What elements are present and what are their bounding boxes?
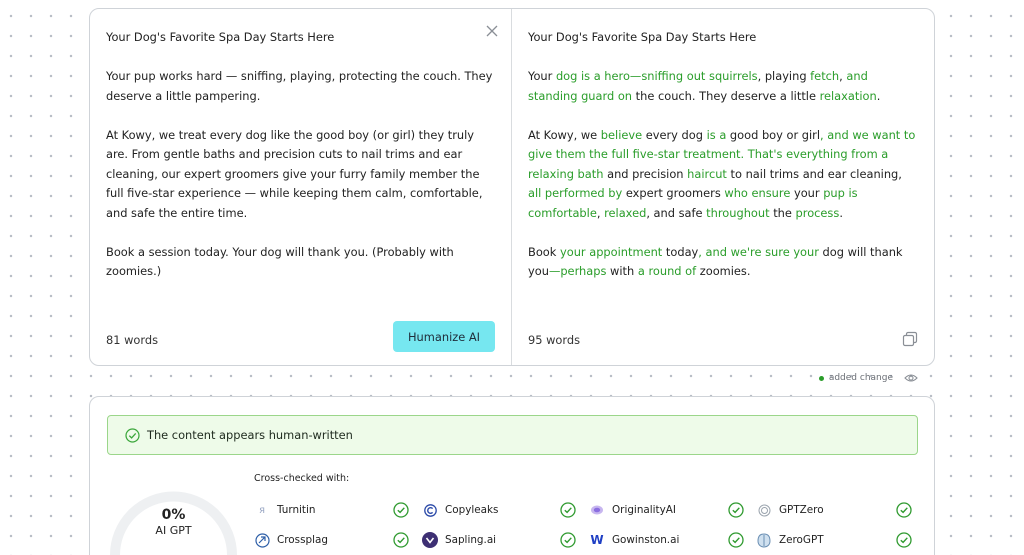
checker-turnitin: я Turnitin bbox=[254, 501, 315, 519]
copy-icon[interactable] bbox=[902, 331, 918, 347]
unchanged-text: Your bbox=[528, 69, 556, 83]
unchanged-text: good boy or girl bbox=[726, 127, 821, 142]
changed-text: throughout bbox=[706, 205, 770, 220]
changed-text: process bbox=[795, 205, 840, 220]
checker-gptzero: GPTZero bbox=[756, 501, 824, 519]
pass-check-icon bbox=[393, 532, 409, 548]
check-circle-icon bbox=[125, 427, 140, 443]
unchanged-text: with bbox=[606, 264, 638, 278]
turnitin-icon: я bbox=[258, 504, 265, 516]
changed-text: all performed by bbox=[528, 186, 623, 200]
checker-name: Turnitin bbox=[277, 504, 316, 516]
ai-score-label: AI GPT bbox=[155, 524, 192, 537]
unchanged-text: Book bbox=[528, 244, 560, 259]
checker-name: Gowinston.ai bbox=[612, 534, 680, 546]
unchanged-text: , and safe bbox=[646, 205, 707, 220]
unchanged-text: . bbox=[876, 88, 881, 103]
checker-name: OriginalityAI bbox=[612, 504, 676, 516]
checker-name: Crossplag bbox=[277, 534, 328, 546]
winston-icon: W bbox=[590, 533, 604, 547]
input-paragraph-3: Book a session today. Your dog will than… bbox=[106, 244, 454, 279]
unchanged-text: At Kowy, we bbox=[528, 127, 601, 142]
cross-checked-label: Cross-checked with: bbox=[254, 473, 350, 484]
changed-text: who ensure bbox=[724, 186, 791, 200]
legend-label: added change bbox=[828, 373, 893, 383]
changed-text: your appointment bbox=[559, 244, 663, 259]
unchanged-text: your bbox=[790, 186, 824, 200]
unchanged-text: zoomies. bbox=[696, 264, 751, 278]
checker-originalityai: OriginalityAI bbox=[589, 501, 676, 519]
gptzero-icon bbox=[756, 502, 772, 518]
checker-copyleaks: Copyleaks bbox=[422, 501, 498, 519]
checker-sapling-ai: Sapling.ai bbox=[422, 531, 496, 549]
ai-score-value: 0% bbox=[161, 507, 186, 523]
unchanged-text: , bbox=[596, 205, 605, 220]
checker-gowinston-ai: W Gowinston.ai bbox=[589, 531, 679, 549]
output-paragraph-1: Your dog is a hero—sniffing out squirrel… bbox=[528, 67, 918, 106]
output-paragraph-3: Book your appointment today, and we're s… bbox=[528, 243, 918, 282]
pass-check-icon bbox=[728, 502, 744, 518]
unchanged-text: , playing bbox=[757, 69, 811, 83]
changed-text: believe bbox=[600, 127, 643, 142]
changed-text: fetch bbox=[810, 69, 840, 83]
changed-text: haircut bbox=[687, 166, 727, 181]
detection-results-panel: The content appears human-written 0% AI … bbox=[89, 396, 935, 555]
output-paragraph-2: At Kowy, we believe every dog is a good … bbox=[528, 126, 918, 224]
pass-check-icon bbox=[560, 502, 576, 518]
output-pane: Your Dog's Favorite Spa Day Starts Here … bbox=[512, 9, 934, 365]
zerogpt-icon bbox=[756, 532, 772, 548]
changed-text: relaxation bbox=[819, 88, 877, 103]
input-paragraph-2: At Kowy, we treat every dog like the goo… bbox=[106, 127, 483, 220]
humanize-ai-button[interactable]: Humanize AI bbox=[393, 321, 495, 352]
pass-check-icon bbox=[896, 532, 912, 548]
input-title: Your Dog's Favorite Spa Day Starts Here bbox=[106, 30, 335, 44]
banner-text: The content appears human-written bbox=[147, 428, 353, 442]
sapling-icon bbox=[422, 532, 438, 548]
pass-check-icon bbox=[896, 502, 912, 518]
clear-input-icon[interactable] bbox=[485, 25, 499, 39]
output-word-count: 95 words bbox=[528, 333, 581, 347]
checker-crossplag: Crossplag bbox=[254, 531, 328, 549]
added-change-dot bbox=[818, 375, 824, 381]
changed-text: a round of bbox=[637, 264, 697, 278]
output-title: Your Dog's Favorite Spa Day Starts Here bbox=[528, 30, 757, 44]
unchanged-text: expert groomers bbox=[622, 186, 725, 200]
unchanged-text: the bbox=[769, 205, 796, 220]
eye-icon[interactable] bbox=[904, 373, 918, 383]
originality-icon bbox=[589, 502, 605, 518]
pass-check-icon bbox=[560, 532, 576, 548]
changed-text: relaxed bbox=[604, 205, 647, 220]
checker-zerogpt: ZeroGPT bbox=[756, 531, 824, 549]
input-text[interactable]: Your Dog's Favorite Spa Day Starts Here … bbox=[106, 28, 495, 282]
changed-text: is a bbox=[706, 127, 727, 142]
checker-name: ZeroGPT bbox=[779, 534, 824, 546]
editor-panel: Your Dog's Favorite Spa Day Starts Here … bbox=[89, 8, 935, 366]
checker-name: Copyleaks bbox=[445, 504, 499, 516]
input-pane[interactable]: Your Dog's Favorite Spa Day Starts Here … bbox=[90, 9, 512, 365]
unchanged-text: the couch. They deserve a little bbox=[632, 88, 820, 103]
human-written-banner: The content appears human-written bbox=[107, 415, 918, 455]
changed-text: , and we're sure your bbox=[698, 244, 819, 259]
unchanged-text: to nail trims and ear cleaning, bbox=[726, 166, 902, 181]
pass-check-icon bbox=[728, 532, 744, 548]
checker-name: GPTZero bbox=[779, 504, 824, 516]
input-paragraph-1: Your pup works hard — sniffing, playing,… bbox=[106, 69, 493, 103]
input-word-count: 81 words bbox=[106, 333, 159, 347]
unchanged-text: . bbox=[839, 205, 843, 220]
unchanged-text: today bbox=[662, 244, 699, 259]
unchanged-text: every dog bbox=[642, 127, 707, 142]
unchanged-text: and precision bbox=[603, 166, 688, 181]
pass-check-icon bbox=[393, 502, 409, 518]
checker-name: Sapling.ai bbox=[445, 534, 497, 546]
crossplag-icon bbox=[254, 532, 270, 548]
copyleaks-icon bbox=[422, 502, 438, 518]
change-legend: added change bbox=[818, 373, 918, 383]
changed-text: dog is a hero—sniffing out squirrels bbox=[555, 69, 758, 83]
changed-text: —perhaps bbox=[548, 264, 607, 278]
output-text: Your Dog's Favorite Spa Day Starts Here … bbox=[528, 28, 918, 282]
